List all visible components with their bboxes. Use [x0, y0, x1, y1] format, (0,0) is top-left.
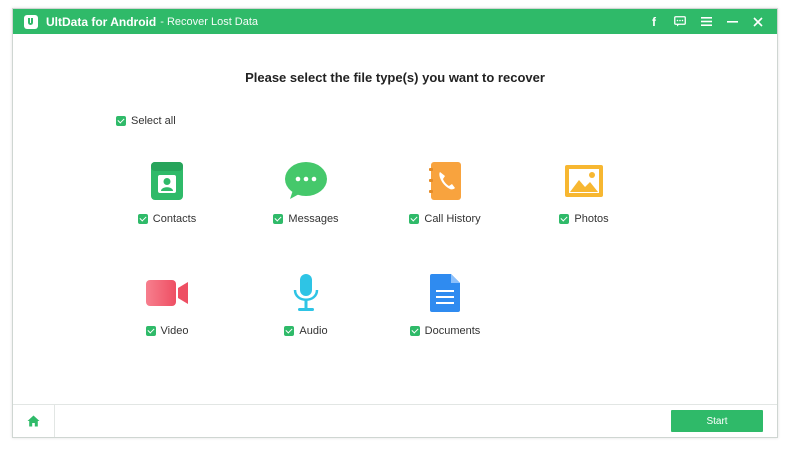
video-label: Video: [160, 325, 189, 337]
menu-button[interactable]: [693, 9, 719, 34]
file-type-call-history[interactable]: Call History: [390, 158, 500, 225]
minimize-icon: [726, 20, 738, 23]
page-title: Please select the file type(s) you want …: [245, 70, 545, 85]
contacts-check-icon[interactable]: [137, 214, 148, 224]
video-check-icon[interactable]: [145, 326, 156, 336]
file-type-photos[interactable]: Photos: [529, 158, 639, 225]
photos-label: Photos: [574, 213, 609, 225]
contacts-label: Contacts: [152, 213, 197, 225]
menu-icon: [700, 17, 712, 26]
footer-bar: Start: [13, 404, 777, 437]
home-button[interactable]: [13, 405, 55, 437]
file-type-audio[interactable]: Audio: [251, 270, 361, 337]
messages-icon: [283, 158, 329, 204]
photos-label-row: Photos: [529, 213, 639, 225]
call-history-icon: [422, 158, 468, 204]
facebook-icon: f: [652, 14, 656, 29]
select-all-label: Select all: [131, 115, 176, 127]
feedback-icon: [674, 16, 686, 27]
file-type-contacts[interactable]: Contacts: [112, 158, 222, 225]
audio-label-row: Audio: [251, 325, 361, 337]
photos-check-icon[interactable]: [559, 214, 570, 224]
documents-check-icon[interactable]: [409, 326, 420, 336]
messages-check-icon[interactable]: [273, 214, 284, 224]
contacts-label-row: Contacts: [112, 213, 222, 225]
app-window: UltData for Android - Recover Lost Data …: [12, 8, 778, 438]
feedback-button[interactable]: [667, 9, 693, 34]
facebook-button[interactable]: f: [641, 9, 667, 34]
file-type-messages[interactable]: Messages: [251, 158, 361, 225]
video-icon: [144, 270, 190, 316]
contacts-icon: [144, 158, 190, 204]
file-type-documents[interactable]: Documents: [390, 270, 500, 337]
minimize-button[interactable]: [719, 9, 745, 34]
call-history-label-row: Call History: [390, 213, 500, 225]
call-history-check-icon[interactable]: [409, 214, 420, 224]
close-button[interactable]: [745, 9, 771, 34]
home-icon: [27, 415, 40, 427]
audio-icon: [283, 270, 329, 316]
select-all-check-icon: [116, 116, 126, 126]
documents-label-row: Documents: [390, 325, 500, 337]
audio-label: Audio: [299, 325, 328, 337]
audio-check-icon[interactable]: [284, 326, 295, 336]
title-bar: UltData for Android - Recover Lost Data …: [13, 9, 777, 34]
documents-label: Documents: [424, 325, 481, 337]
app-name: UltData for Android: [46, 14, 157, 29]
video-label-row: Video: [112, 325, 222, 337]
call-history-label: Call History: [424, 213, 481, 225]
file-type-video[interactable]: Video: [112, 270, 222, 337]
close-icon: [753, 16, 763, 27]
select-all-checkbox[interactable]: Select all: [116, 115, 176, 127]
messages-label: Messages: [288, 213, 339, 225]
messages-label-row: Messages: [251, 213, 361, 225]
app-subtitle: - Recover Lost Data: [160, 15, 259, 28]
start-button[interactable]: Start: [671, 410, 763, 432]
documents-icon: [422, 270, 468, 316]
ultdata-logo-icon: [24, 14, 38, 29]
photos-icon: [561, 158, 607, 204]
window-controls: f: [641, 9, 771, 34]
